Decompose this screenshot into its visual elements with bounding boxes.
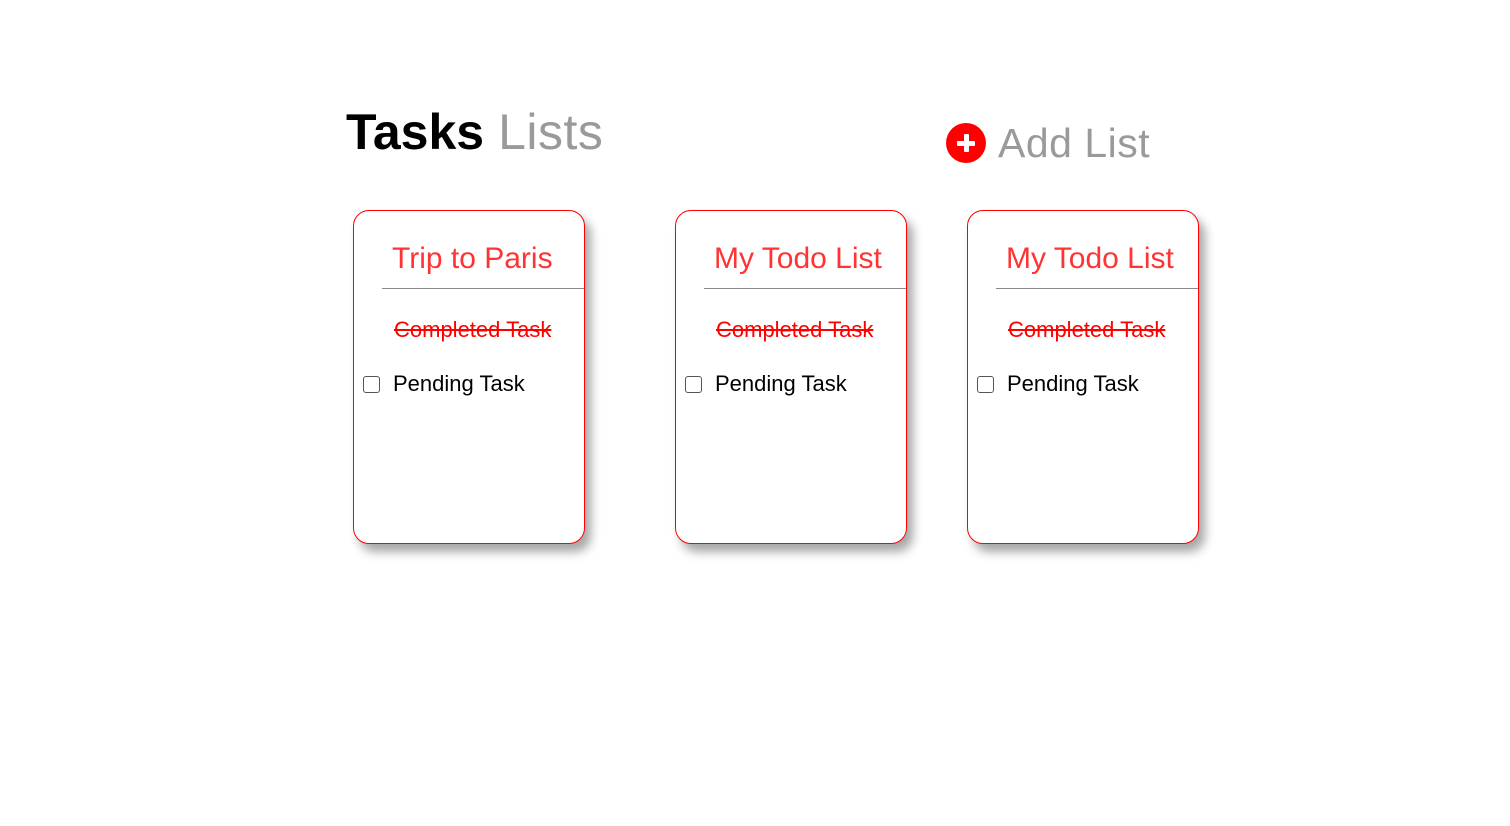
task-checkbox[interactable] — [977, 375, 994, 393]
page-title-lists: Lists — [498, 104, 604, 160]
add-list-label: Add List — [998, 120, 1151, 166]
pending-task: Pending Task — [363, 370, 525, 398]
list-title[interactable]: Trip to Paris — [382, 239, 584, 289]
pending-task: Pending Task — [685, 370, 847, 398]
task-checkbox[interactable] — [363, 375, 380, 393]
list-card: Trip to Paris Completed Task Pending Tas… — [353, 210, 585, 544]
pending-task-label[interactable]: Pending Task — [715, 370, 847, 398]
completed-task[interactable]: Completed Task — [1008, 316, 1165, 344]
list-title[interactable]: My Todo List — [704, 239, 906, 289]
completed-task[interactable]: Completed Task — [716, 316, 873, 344]
task-checkbox[interactable] — [685, 375, 702, 393]
list-card: My Todo List Completed Task Pending Task — [967, 210, 1199, 544]
list-title[interactable]: My Todo List — [996, 239, 1198, 289]
pending-task-label[interactable]: Pending Task — [1007, 370, 1139, 398]
pending-task: Pending Task — [977, 370, 1139, 398]
plus-circle-icon[interactable] — [946, 123, 986, 163]
list-card: My Todo List Completed Task Pending Task — [675, 210, 907, 544]
pending-task-label[interactable]: Pending Task — [393, 370, 525, 398]
page-title-tasks: Tasks — [346, 104, 485, 160]
completed-task[interactable]: Completed Task — [394, 316, 551, 344]
add-list-button[interactable]: Add List — [946, 120, 1151, 166]
page-title: Tasks Lists — [346, 103, 603, 161]
